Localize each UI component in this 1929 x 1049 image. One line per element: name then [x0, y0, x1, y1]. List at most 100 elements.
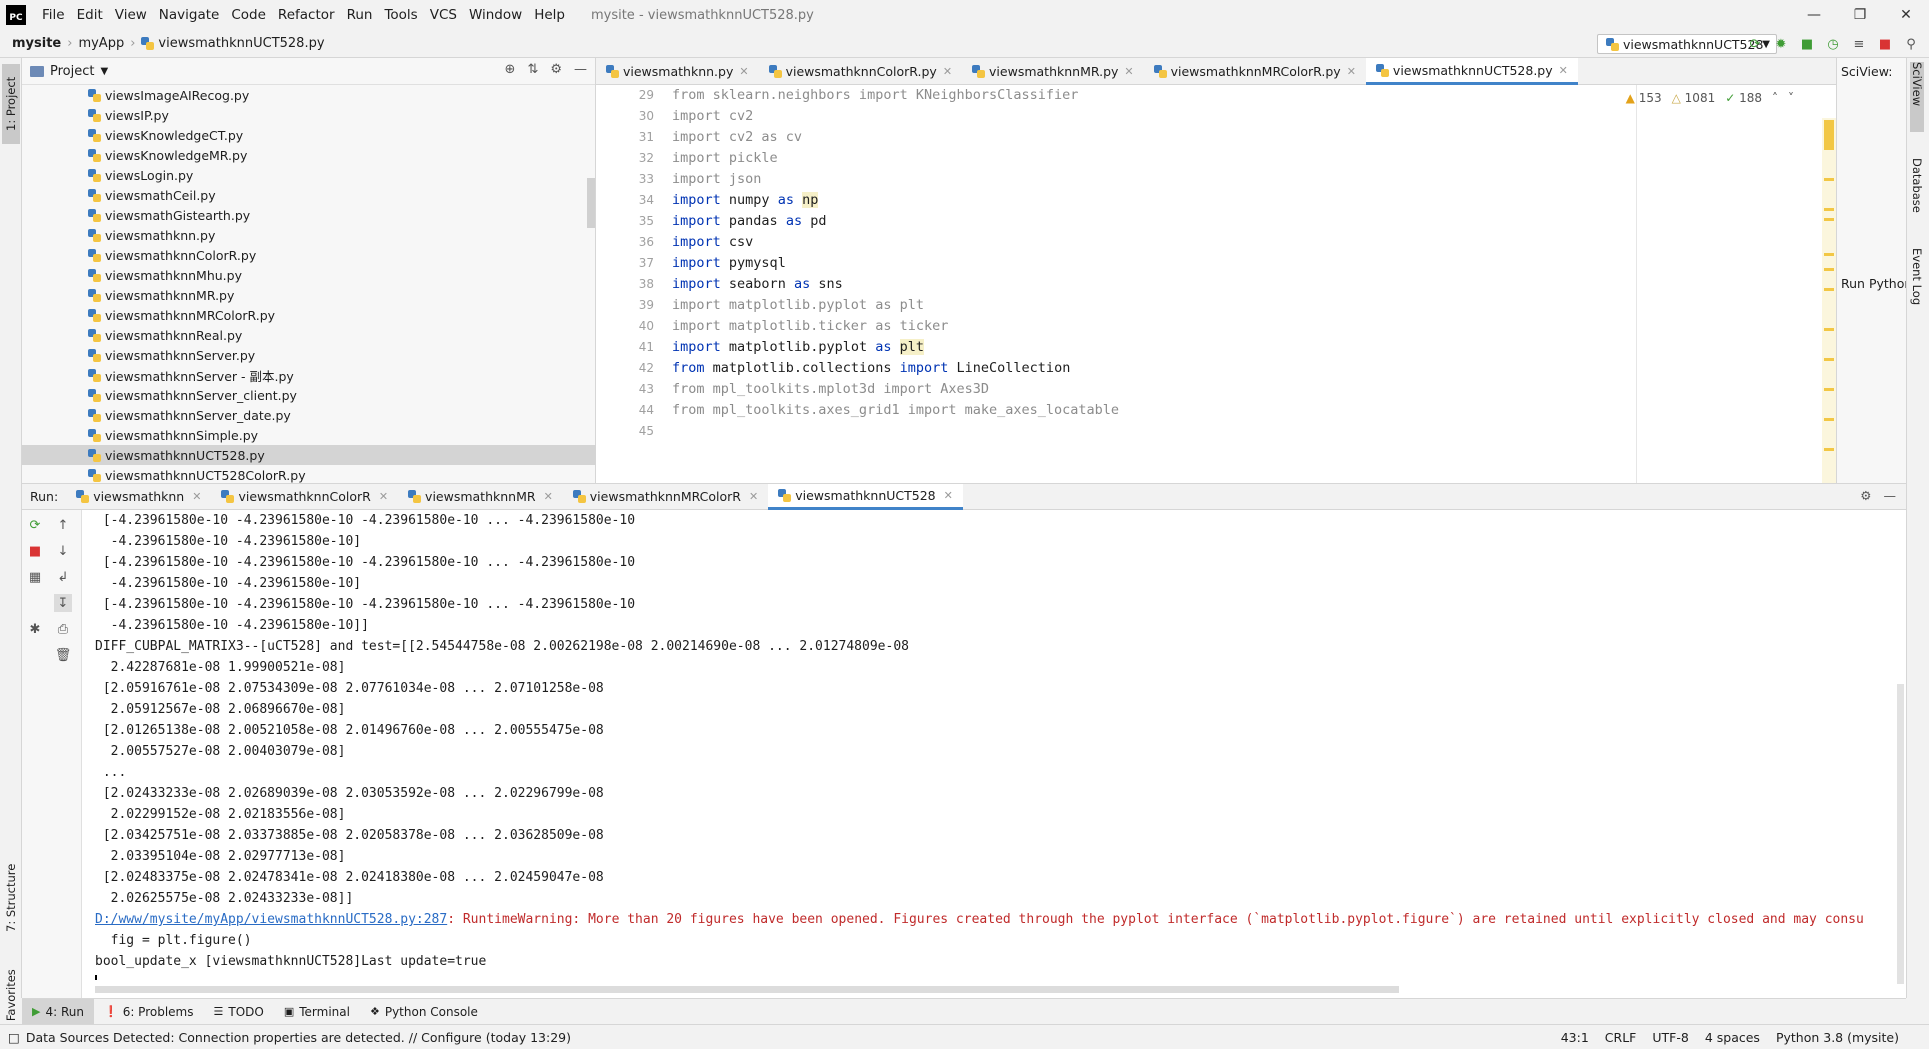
- trash-icon[interactable]: 🗑: [54, 646, 72, 664]
- tree-item[interactable]: viewsmathknnMRColorR.py: [22, 305, 596, 325]
- tool-tab-database[interactable]: Database: [1910, 158, 1924, 213]
- tree-item[interactable]: viewsmathknnUCT528.py: [22, 445, 596, 465]
- chevron-up-icon[interactable]: ˄: [1772, 91, 1778, 105]
- menu-code[interactable]: Code: [225, 7, 272, 23]
- close-icon[interactable]: ✕: [1124, 65, 1133, 78]
- run-tab[interactable]: viewsmathknnUCT528 ✕: [768, 483, 963, 510]
- tool-tab-python-console[interactable]: ❖ Python Console: [360, 999, 488, 1025]
- close-icon[interactable]: ✕: [192, 490, 201, 503]
- tree-item[interactable]: viewsmathknnServer_date.py: [22, 405, 596, 425]
- tree-item[interactable]: viewsmathknnMR.py: [22, 285, 596, 305]
- menu-refactor[interactable]: Refactor: [272, 7, 341, 23]
- tree-item[interactable]: viewsmathknnUCT528ColorR.py: [22, 465, 596, 483]
- breadcrumb-project[interactable]: mysite: [12, 36, 61, 51]
- close-icon[interactable]: ✕: [1883, 0, 1929, 30]
- run-tab[interactable]: viewsmathknnColorR ✕: [211, 484, 398, 510]
- tree-item[interactable]: viewsmathknnReal.py: [22, 325, 596, 345]
- tree-item[interactable]: viewsKnowledgeCT.py: [22, 125, 596, 145]
- tree-item[interactable]: viewsmathknnServer.py: [22, 345, 596, 365]
- run-tab[interactable]: viewsmathknnMRColorR ✕: [563, 484, 768, 510]
- menu-window[interactable]: Window: [463, 7, 528, 23]
- concurrency-icon[interactable]: ≡: [1849, 34, 1869, 54]
- editor-tab[interactable]: viewsmathknnUCT528.py ✕: [1365, 58, 1578, 85]
- tool-tab-problems[interactable]: ❗ 6: Problems: [94, 999, 204, 1025]
- tool-tab-sciview[interactable]: SciView: [1910, 62, 1924, 132]
- run-tab[interactable]: viewsmathknn ✕: [66, 484, 211, 510]
- run-tab[interactable]: viewsmathknnMR ✕: [398, 484, 563, 510]
- stop-icon[interactable]: ■: [26, 542, 44, 560]
- tree-item[interactable]: viewsImageAIRecog.py: [22, 85, 596, 105]
- tree-item[interactable]: viewsKnowledgeMR.py: [22, 145, 596, 165]
- tool-tab-todo[interactable]: ☰ TODO: [204, 999, 274, 1025]
- scroll-to-end-icon[interactable]: ↧: [54, 594, 72, 612]
- tree-item[interactable]: viewsmathknnMhu.py: [22, 265, 596, 285]
- python-interpreter[interactable]: Python 3.8 (mysite): [1776, 1030, 1899, 1045]
- hide-icon[interactable]: —: [574, 62, 587, 77]
- soft-wrap-icon[interactable]: ↲: [54, 568, 72, 586]
- tree-item[interactable]: viewsmathknnServer_client.py: [22, 385, 596, 405]
- rerun-icon[interactable]: ⟳: [26, 516, 44, 534]
- close-icon[interactable]: ✕: [739, 65, 748, 78]
- tool-tab-structure[interactable]: 7: Structure: [2, 858, 20, 938]
- breadcrumb-file[interactable]: viewsmathknnUCT528.py: [141, 36, 325, 51]
- line-separator[interactable]: CRLF: [1605, 1030, 1637, 1045]
- tree-item[interactable]: viewsmathknnServer - 副本.py: [22, 365, 596, 385]
- close-icon[interactable]: ✕: [1559, 64, 1568, 77]
- chevron-down-icon[interactable]: ˅: [1788, 91, 1794, 105]
- console-output[interactable]: [-4.23961580e-10 -4.23961580e-10 -4.2396…: [95, 510, 1890, 980]
- scrollbar[interactable]: [587, 178, 595, 228]
- menu-run[interactable]: Run: [341, 7, 379, 23]
- console-input-line[interactable]: [95, 975, 1890, 980]
- status-message[interactable]: Data Sources Detected: Connection proper…: [26, 1030, 1561, 1045]
- coverage-icon[interactable]: ■: [1797, 34, 1817, 54]
- horizontal-scrollbar[interactable]: [95, 986, 1399, 993]
- tree-item[interactable]: viewsmathGistearth.py: [22, 205, 596, 225]
- source-link[interactable]: D:/www/mysite/myApp/viewsmathknnUCT528.p…: [95, 912, 447, 927]
- close-icon[interactable]: ✕: [379, 490, 388, 503]
- menu-view[interactable]: View: [109, 7, 153, 23]
- debug-icon[interactable]: ✹: [1771, 34, 1791, 54]
- tree-item[interactable]: viewsmathknn.py: [22, 225, 596, 245]
- status-frame-icon[interactable]: □: [8, 1030, 20, 1045]
- breadcrumb-folder[interactable]: myApp: [78, 36, 124, 51]
- editor-tab[interactable]: viewsmathknnColorR.py ✕: [759, 58, 962, 85]
- arrow-down-icon[interactable]: ↓: [54, 542, 72, 560]
- code-area[interactable]: from sklearn.neighbors import KNeighbors…: [672, 85, 1632, 483]
- profile-icon[interactable]: ◷: [1823, 34, 1843, 54]
- close-icon[interactable]: ✕: [944, 489, 953, 502]
- editor-tab[interactable]: viewsmathknn.py ✕: [596, 58, 759, 85]
- locate-icon[interactable]: ⊕: [505, 62, 516, 77]
- tree-item[interactable]: viewsmathCeil.py: [22, 185, 596, 205]
- print-icon[interactable]: ⎙: [54, 620, 72, 638]
- close-icon[interactable]: ✕: [1347, 65, 1356, 78]
- error-stripe[interactable]: [1822, 118, 1836, 483]
- tool-tab-event-log[interactable]: Event Log: [1910, 248, 1924, 305]
- tool-tab-project[interactable]: 1: Project: [2, 64, 20, 144]
- gear-icon[interactable]: ⚙: [550, 62, 562, 77]
- menu-vcs[interactable]: VCS: [424, 7, 463, 23]
- tool-tab-terminal[interactable]: ▣ Terminal: [274, 999, 360, 1025]
- close-icon[interactable]: ✕: [943, 65, 952, 78]
- tree-item[interactable]: viewsmathknnColorR.py: [22, 245, 596, 265]
- menu-edit[interactable]: Edit: [71, 7, 109, 23]
- vertical-scrollbar[interactable]: [1897, 684, 1904, 984]
- menu-help[interactable]: Help: [528, 7, 571, 23]
- editor-tab[interactable]: viewsmathknnMR.py ✕: [962, 58, 1144, 85]
- restore-icon[interactable]: ❐: [1837, 0, 1883, 30]
- file-encoding[interactable]: UTF-8: [1652, 1030, 1688, 1045]
- tree-item[interactable]: viewsIP.py: [22, 105, 596, 125]
- project-panel-title[interactable]: Project: [50, 64, 94, 79]
- collapse-all-icon[interactable]: ⇅: [527, 62, 538, 77]
- indent-setting[interactable]: 4 spaces: [1705, 1030, 1760, 1045]
- tree-item[interactable]: viewsLogin.py: [22, 165, 596, 185]
- tool-tab-run[interactable]: ▶ 4: Run: [22, 998, 94, 1025]
- menu-file[interactable]: File: [36, 7, 71, 23]
- close-icon[interactable]: ✕: [544, 490, 553, 503]
- caret-position[interactable]: 43:1: [1561, 1030, 1589, 1045]
- inspection-widget[interactable]: ▲ 153 △ 1081 ✓ 188 ˄ ˅: [1626, 91, 1794, 105]
- rerun-icon[interactable]: ⟳: [1745, 34, 1765, 54]
- search-icon[interactable]: ⚲: [1901, 34, 1921, 54]
- menu-tools[interactable]: Tools: [378, 7, 423, 23]
- chevron-down-icon[interactable]: ▼: [100, 66, 108, 77]
- arrow-up-icon[interactable]: ↑: [54, 516, 72, 534]
